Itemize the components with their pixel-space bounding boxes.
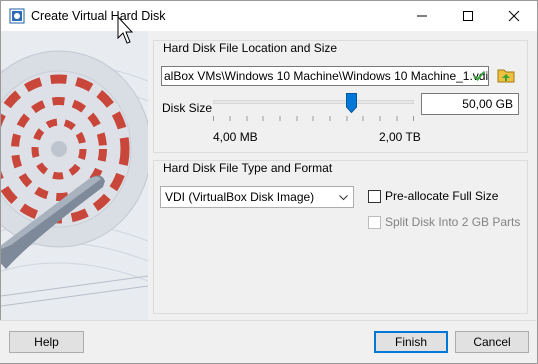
file-path-field[interactable]: alBox VMs\Windows 10 Machine\Windows 10 …	[161, 66, 489, 86]
minimize-icon	[417, 15, 427, 17]
close-button[interactable]	[491, 1, 537, 31]
slider-min-label: 4,00 MB	[213, 130, 258, 144]
preallocate-label[interactable]: Pre-allocate Full Size	[385, 189, 498, 203]
format-group	[153, 160, 528, 314]
split-disk-label: Split Disk Into 2 GB Parts	[385, 215, 521, 229]
title-bar[interactable]: Create Virtual Hard Disk	[1, 1, 537, 31]
location-group-title: Hard Disk File Location and Size	[160, 41, 341, 55]
disk-type-value: VDI (VirtualBox Disk Image)	[165, 190, 315, 204]
hard-disk-illustration	[1, 31, 148, 321]
disk-type-select[interactable]: VDI (VirtualBox Disk Image)	[160, 186, 354, 208]
window-title: Create Virtual Hard Disk	[31, 9, 166, 23]
preallocate-checkbox[interactable]	[368, 190, 381, 203]
finish-button[interactable]: Finish	[374, 331, 448, 353]
disk-size-slider-track[interactable]	[213, 100, 414, 104]
mouse-cursor-icon	[117, 16, 133, 44]
file-path-text: alBox VMs\Windows 10 Machine\Windows 10 …	[164, 69, 489, 83]
folder-icon[interactable]	[497, 66, 515, 84]
help-button[interactable]: Help	[9, 331, 84, 353]
slider-max-label: 2,00 TB	[379, 130, 421, 144]
slider-ticks	[213, 116, 414, 121]
split-disk-checkbox	[368, 216, 381, 229]
disk-size-label: Disk Size	[162, 101, 213, 115]
maximize-icon	[463, 11, 473, 21]
disk-size-input[interactable]: 50,00 GB	[421, 93, 519, 115]
format-group-title: Hard Disk File Type and Format	[160, 161, 336, 175]
virtualbox-app-icon	[9, 8, 25, 24]
close-icon	[508, 10, 520, 22]
minimize-button[interactable]	[399, 1, 445, 31]
maximize-button[interactable]	[445, 1, 491, 31]
cancel-button[interactable]: Cancel	[455, 331, 529, 353]
disk-size-slider-thumb[interactable]	[346, 93, 358, 113]
valid-check-icon	[473, 71, 485, 81]
disk-size-value: 50,00 GB	[462, 97, 513, 111]
chevron-down-icon	[339, 195, 348, 201]
